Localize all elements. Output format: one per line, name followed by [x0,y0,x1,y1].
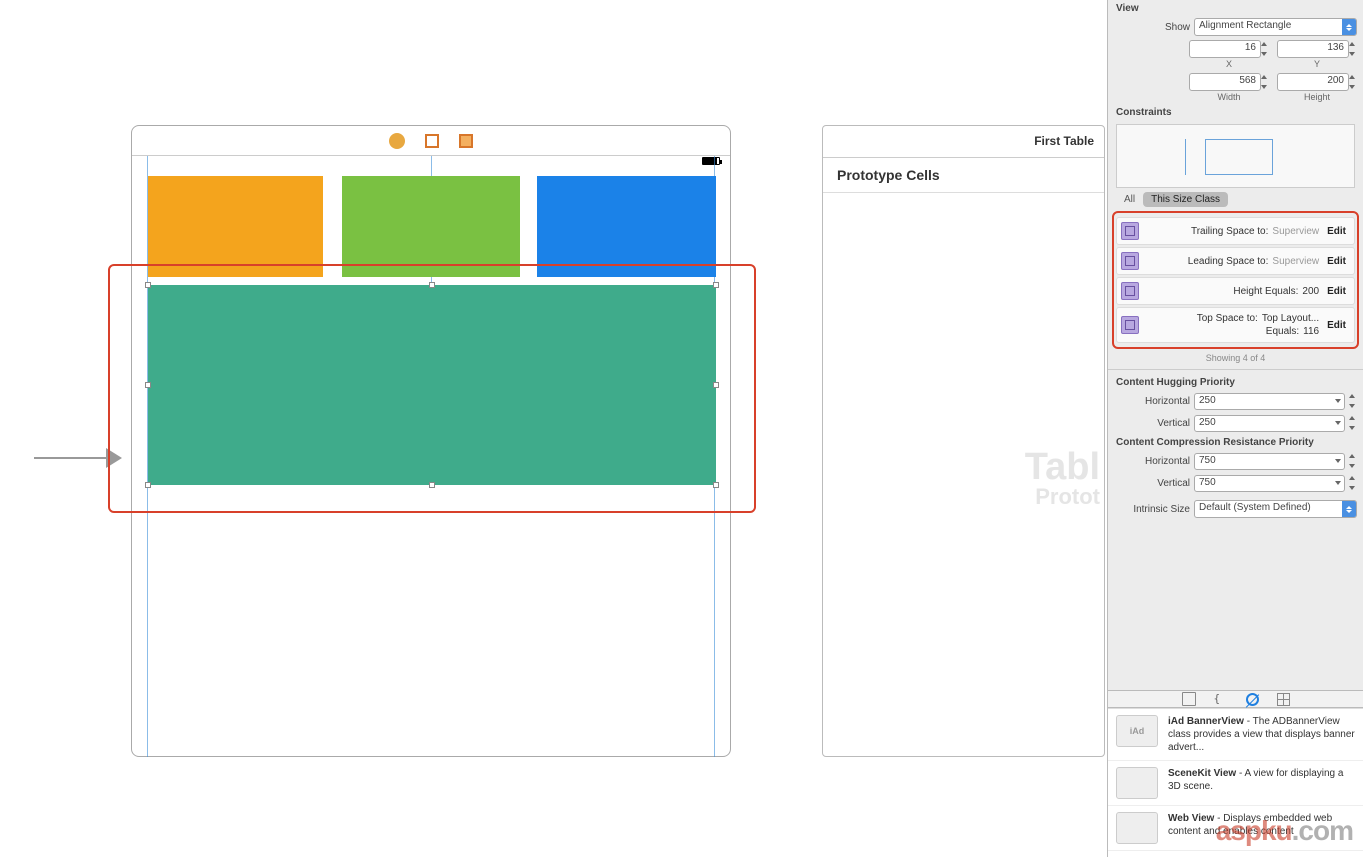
library-item-iad[interactable]: iAd iAd BannerView - The ADBannerView cl… [1108,709,1363,761]
outline-panel: First Table Prototype Cells Tabl Protot [822,125,1105,757]
show-select[interactable]: Alignment Rectangle [1194,18,1357,36]
tab-all[interactable]: All [1116,192,1143,207]
constraint-icon [1121,316,1139,334]
object-library-icon[interactable] [1246,693,1259,706]
prototype-cells-row[interactable]: Prototype Cells [823,158,1104,193]
width-input[interactable]: 568 [1189,73,1261,91]
chp-h-stepper[interactable] [1349,392,1357,410]
scene-toolbar [132,126,730,156]
ccrp-v-stepper[interactable] [1349,474,1357,492]
constraint-icon [1121,282,1139,300]
watermark-logo: aspku.com [1216,815,1353,847]
root-view[interactable] [132,167,730,757]
library-tab-bar: { } [1108,690,1363,708]
y-stepper[interactable] [1349,40,1357,58]
constraints-diagram[interactable] [1116,124,1355,188]
media-library-icon[interactable] [1277,693,1290,706]
code-snippet-icon[interactable]: { } [1214,692,1228,706]
battery-icon [702,157,720,165]
edit-button[interactable]: Edit [1323,226,1350,237]
chp-vertical-input[interactable]: 250 [1194,415,1345,432]
tab-this-size-class[interactable]: This Size Class [1143,192,1228,207]
x-stepper[interactable] [1261,40,1269,58]
section-constraints: Constraints [1108,104,1363,120]
blue-view[interactable] [537,176,716,277]
canvas-area [0,0,822,857]
ccrp-vertical-input[interactable]: 750 [1194,475,1345,492]
resize-handle[interactable] [429,282,435,288]
webview-icon [1116,812,1158,844]
showing-count: Showing 4 of 4 [1108,351,1363,365]
constraint-filter-tabs: All This Size Class [1108,192,1363,209]
view-controller-frame[interactable] [131,125,731,757]
resize-handle[interactable] [713,282,719,288]
selected-teal-view[interactable] [148,285,716,485]
ccrp-title: Content Compression Resistance Priority [1108,434,1363,450]
intrinsic-size-select[interactable]: Default (System Defined) [1194,500,1357,518]
constraint-icon [1121,252,1139,270]
resize-handle[interactable] [145,382,151,388]
constraints-list-highlight: Trailing Space to:Superview Edit Leading… [1112,211,1359,349]
chp-horizontal-input[interactable]: 250 [1194,393,1345,410]
file-template-icon[interactable] [1182,692,1196,706]
library-item-scenekit[interactable]: SceneKit View - A view for displaying a … [1108,761,1363,806]
constraint-top[interactable]: Top Space to:Top Layout... Equals:116 Ed… [1116,307,1355,343]
ccrp-h-stepper[interactable] [1349,452,1357,470]
constraint-trailing[interactable]: Trailing Space to:Superview Edit [1116,217,1355,245]
green-view[interactable] [342,176,520,277]
resize-handle[interactable] [145,482,151,488]
chp-v-stepper[interactable] [1349,414,1357,432]
constraint-height[interactable]: Height Equals:200 Edit [1116,277,1355,305]
section-view: View [1108,0,1363,16]
resize-handle[interactable] [713,382,719,388]
orange-view[interactable] [148,176,323,277]
size-inspector: View Show Alignment Rectangle 16 X 136 Y… [1107,0,1363,857]
resize-handle[interactable] [145,282,151,288]
vc-icon[interactable] [389,133,405,149]
height-input[interactable]: 200 [1277,73,1349,91]
exit-icon[interactable] [459,134,473,148]
width-stepper[interactable] [1261,73,1269,91]
edit-button[interactable]: Edit [1323,256,1350,267]
table-watermark: Tabl Protot [1025,448,1104,508]
resize-handle[interactable] [429,482,435,488]
edit-button[interactable]: Edit [1323,286,1350,297]
height-stepper[interactable] [1349,73,1357,91]
edit-button[interactable]: Edit [1323,320,1350,331]
iad-icon: iAd [1116,715,1158,747]
chp-title: Content Hugging Priority [1108,374,1363,390]
constraint-icon [1121,222,1139,240]
scenekit-icon [1116,767,1158,799]
outline-header: First Table [823,126,1104,158]
show-label: Show [1114,22,1190,33]
constraint-leading[interactable]: Leading Space to:Superview Edit [1116,247,1355,275]
x-input[interactable]: 16 [1189,40,1261,58]
ccrp-horizontal-input[interactable]: 750 [1194,453,1345,470]
first-responder-icon[interactable] [425,134,439,148]
y-input[interactable]: 136 [1277,40,1349,58]
resize-handle[interactable] [713,482,719,488]
